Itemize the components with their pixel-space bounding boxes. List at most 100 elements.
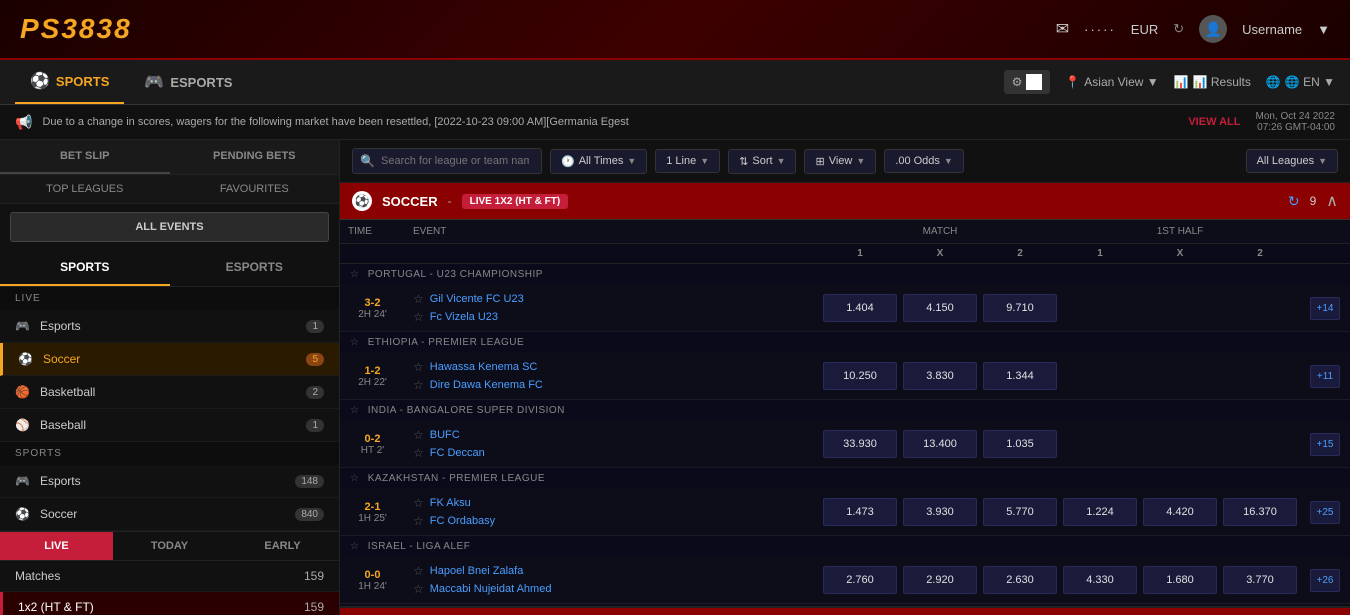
team-name-1a[interactable]: Gil Vicente FC U23 bbox=[430, 293, 524, 305]
currency-icon: ↻ bbox=[1173, 21, 1184, 37]
team-fav-5b[interactable]: ☆ bbox=[413, 582, 424, 596]
live-esports-item[interactable]: 🎮 Esports 1 bbox=[0, 310, 339, 343]
view-btn[interactable]: ⊞ View ▼ bbox=[804, 149, 876, 174]
odds-btn-4-2[interactable]: 3.930 bbox=[903, 498, 977, 526]
bet-slip-tab[interactable]: BET SLIP bbox=[0, 140, 170, 174]
team-fav-5a[interactable]: ☆ bbox=[413, 564, 424, 578]
more-btn-3[interactable]: +15 bbox=[1310, 433, 1341, 456]
league-star-4[interactable]: ☆ bbox=[350, 473, 359, 484]
team-name-3b[interactable]: FC Deccan bbox=[430, 447, 485, 459]
odds-btn-4-4[interactable]: 1.224 bbox=[1063, 498, 1137, 526]
odds-btn-1-3[interactable]: 9.710 bbox=[983, 294, 1057, 322]
odds-btn-3-2[interactable]: 13.400 bbox=[903, 430, 977, 458]
live-baseball-item[interactable]: ⚾ Baseball 1 bbox=[0, 409, 339, 442]
pending-bets-tab[interactable]: PENDING BETS bbox=[170, 140, 340, 174]
today-tab[interactable]: TODAY bbox=[113, 532, 226, 560]
odds-btn[interactable]: .00 Odds ▼ bbox=[884, 149, 964, 173]
odds-btn-4-5[interactable]: 4.420 bbox=[1143, 498, 1217, 526]
odds-btn-5-5[interactable]: 1.680 bbox=[1143, 566, 1217, 594]
odds-btn-5-6[interactable]: 3.770 bbox=[1223, 566, 1297, 594]
odds-btn-4-6[interactable]: 16.370 bbox=[1223, 498, 1297, 526]
currency-label[interactable]: EUR bbox=[1131, 22, 1158, 37]
sort-icon: ⇅ bbox=[739, 155, 748, 168]
team-name-1b[interactable]: Fc Vizela U23 bbox=[430, 311, 498, 323]
more-btn-1[interactable]: +14 bbox=[1310, 297, 1341, 320]
odds-btn-3-1[interactable]: 33.930 bbox=[823, 430, 897, 458]
top-leagues-tab[interactable]: TOP LEAGUES bbox=[0, 175, 170, 203]
all-events-btn[interactable]: ALL EVENTS bbox=[10, 212, 329, 242]
odds-btn-3-3[interactable]: 1.035 bbox=[983, 430, 1057, 458]
team-name-4b[interactable]: FC Ordabasy bbox=[430, 515, 495, 527]
user-icon[interactable]: 👤 bbox=[1199, 15, 1227, 43]
team-name-2a[interactable]: Hawassa Kenema SC bbox=[430, 361, 538, 373]
odds-btn-2-1[interactable]: 10.250 bbox=[823, 362, 897, 390]
odds-btn-5-1[interactable]: 2.760 bbox=[823, 566, 897, 594]
league-star-5[interactable]: ☆ bbox=[350, 541, 359, 552]
nav-item-esports[interactable]: 🎮 ESPORTS bbox=[129, 60, 247, 104]
more-btn-5[interactable]: +26 bbox=[1310, 569, 1341, 592]
league-star-1[interactable]: ☆ bbox=[350, 269, 359, 280]
dropdown-arrow[interactable]: ▼ bbox=[1317, 22, 1330, 37]
odds-btn-2-2[interactable]: 3.830 bbox=[903, 362, 977, 390]
mail-icon[interactable]: ✉ bbox=[1056, 19, 1069, 39]
team-fav-3a[interactable]: ☆ bbox=[413, 428, 424, 442]
all-times-btn[interactable]: 🕐 All Times ▼ bbox=[550, 149, 647, 174]
asian-view-btn[interactable]: 📍 Asian View ▼ bbox=[1065, 75, 1158, 89]
odds-btn-2-3[interactable]: 1.344 bbox=[983, 362, 1057, 390]
league-name-2: ETHIOPIA - PREMIER LEAGUE bbox=[368, 337, 524, 348]
odds-btn-4-1[interactable]: 1.473 bbox=[823, 498, 897, 526]
line-btn[interactable]: 1 Line ▼ bbox=[655, 149, 720, 173]
team-name-5b[interactable]: Maccabi Nujeidat Ahmed bbox=[430, 583, 552, 595]
sidebar-esports-tab[interactable]: ESPORTS bbox=[170, 250, 340, 286]
odds-btn-1-2[interactable]: 4.150 bbox=[903, 294, 977, 322]
sports-soccer-item[interactable]: ⚽ Soccer 840 bbox=[0, 498, 339, 531]
team-fav-2a[interactable]: ☆ bbox=[413, 360, 424, 374]
odds-btn-5-3[interactable]: 2.630 bbox=[983, 566, 1057, 594]
team-fav-4a[interactable]: ☆ bbox=[413, 496, 424, 510]
league-star-2[interactable]: ☆ bbox=[350, 337, 359, 348]
settings-btn[interactable]: ⚙ bbox=[1004, 70, 1051, 94]
collapse-icon[interactable]: ∧ bbox=[1326, 191, 1338, 211]
team-fav-2b[interactable]: ☆ bbox=[413, 378, 424, 392]
ann-date: Mon, Oct 24 2022 bbox=[1256, 111, 1336, 122]
time-cell-4: 2-1 1H 25' bbox=[340, 489, 405, 536]
team-fav-1a[interactable]: ☆ bbox=[413, 292, 424, 306]
team-name-3a[interactable]: BUFC bbox=[430, 429, 460, 441]
sports-esports-item[interactable]: 🎮 Esports 148 bbox=[0, 465, 339, 498]
odds-btn-4-3[interactable]: 5.770 bbox=[983, 498, 1057, 526]
1x2-item[interactable]: 1x2 (HT & FT) 159 bbox=[0, 592, 339, 615]
odds-btn-5-4[interactable]: 4.330 bbox=[1063, 566, 1137, 594]
username[interactable]: Username bbox=[1242, 22, 1302, 37]
team-name-4a[interactable]: FK Aksu bbox=[430, 497, 471, 509]
refresh-icon[interactable]: ↻ bbox=[1288, 193, 1300, 210]
language-btn[interactable]: 🌐 🌐 EN ▼ bbox=[1266, 75, 1335, 89]
live-basketball-item[interactable]: 🏀 Basketball 2 bbox=[0, 376, 339, 409]
sports-soccer-left: ⚽ Soccer bbox=[15, 507, 77, 521]
team-fav-1b[interactable]: ☆ bbox=[413, 310, 424, 324]
more-btn-4[interactable]: +25 bbox=[1310, 501, 1341, 524]
event-cell-5: ☆ Hapoel Bnei Zalafa ☆ Maccabi Nujeidat … bbox=[405, 557, 820, 604]
live-soccer-item[interactable]: ⚽ Soccer 5 bbox=[0, 343, 339, 376]
favourites-tab[interactable]: FAVOURITES bbox=[170, 175, 340, 203]
team-fav-4b[interactable]: ☆ bbox=[413, 514, 424, 528]
team-fav-3b[interactable]: ☆ bbox=[413, 446, 424, 460]
logo[interactable]: PS3838 bbox=[20, 13, 132, 45]
early-tab[interactable]: EARLY bbox=[226, 532, 339, 560]
team-name-5a[interactable]: Hapoel Bnei Zalafa bbox=[430, 565, 524, 577]
search-input[interactable] bbox=[352, 148, 542, 174]
sort-btn[interactable]: ⇅ Sort ▼ bbox=[728, 149, 796, 174]
1x2-count: 159 bbox=[304, 600, 324, 614]
sidebar-sports-tab[interactable]: SPORTS bbox=[0, 250, 170, 286]
odds-btn-5-2[interactable]: 2.920 bbox=[903, 566, 977, 594]
results-btn[interactable]: 📊 📊 Results bbox=[1174, 75, 1251, 89]
nav-item-sports[interactable]: ⚽ SPORTS bbox=[15, 60, 124, 104]
odds-btn-1-1[interactable]: 1.404 bbox=[823, 294, 897, 322]
league-star-3[interactable]: ☆ bbox=[350, 405, 359, 416]
all-leagues-btn[interactable]: All Leagues ▼ bbox=[1246, 149, 1338, 173]
team-name-2b[interactable]: Dire Dawa Kenema FC bbox=[430, 379, 543, 391]
league-row-2: ☆ ETHIOPIA - PREMIER LEAGUE bbox=[340, 332, 1350, 354]
more-btn-2[interactable]: +11 bbox=[1310, 365, 1340, 388]
matches-item[interactable]: Matches 159 bbox=[0, 561, 339, 592]
live-tab[interactable]: LIVE bbox=[0, 532, 113, 560]
view-all-btn[interactable]: VIEW ALL bbox=[1188, 116, 1240, 128]
